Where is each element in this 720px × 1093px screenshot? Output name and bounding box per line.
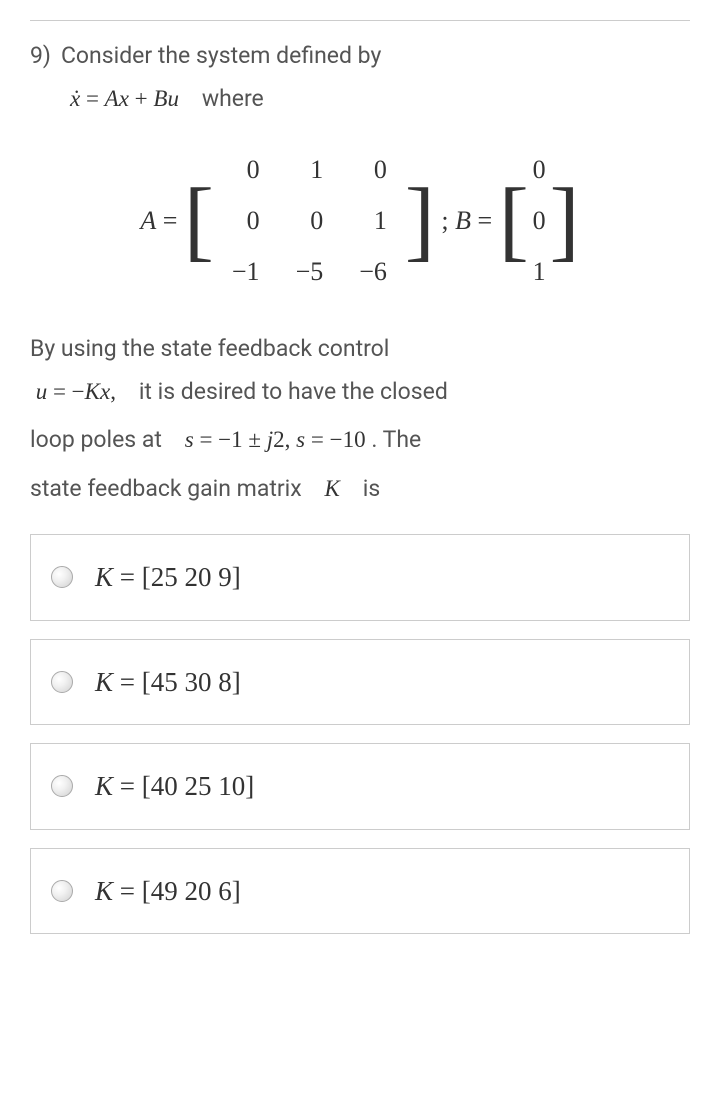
question-header: 9) Consider the system defined by xyxy=(30,39,690,74)
question-number: 9) xyxy=(30,39,51,74)
option-3-label: K = [40 25 10] xyxy=(95,766,254,807)
matrix-A: [ 0 1 0 0 0 1 −1 xyxy=(184,144,435,297)
matrix-definitions: A = [ 0 1 0 0 0 1 xyxy=(30,144,690,297)
equation-system: ẋ = Ax + Bu where xyxy=(70,82,690,117)
where-text: where xyxy=(202,85,264,112)
radio-icon[interactable] xyxy=(51,880,73,902)
question-prompt: Consider the system defined by xyxy=(61,39,690,74)
radio-icon[interactable] xyxy=(51,566,73,588)
option-1[interactable]: K = [25 20 9] xyxy=(30,534,690,621)
option-4-label: K = [49 20 6] xyxy=(95,871,241,912)
option-2[interactable]: K = [45 30 8] xyxy=(30,639,690,726)
radio-icon[interactable] xyxy=(51,671,73,693)
options-list: K = [25 20 9] K = [45 30 8] K = [40 25 1… xyxy=(30,534,690,934)
matrix-B: [ 0 0 1 ] xyxy=(499,144,580,297)
question-body: By using the state feedback control u = … xyxy=(30,332,690,506)
option-3[interactable]: K = [40 25 10] xyxy=(30,743,690,830)
option-4[interactable]: K = [49 20 6] xyxy=(30,848,690,935)
radio-icon[interactable] xyxy=(51,775,73,797)
option-1-label: K = [25 20 9] xyxy=(95,557,241,598)
option-2-label: K = [45 30 8] xyxy=(95,662,241,703)
